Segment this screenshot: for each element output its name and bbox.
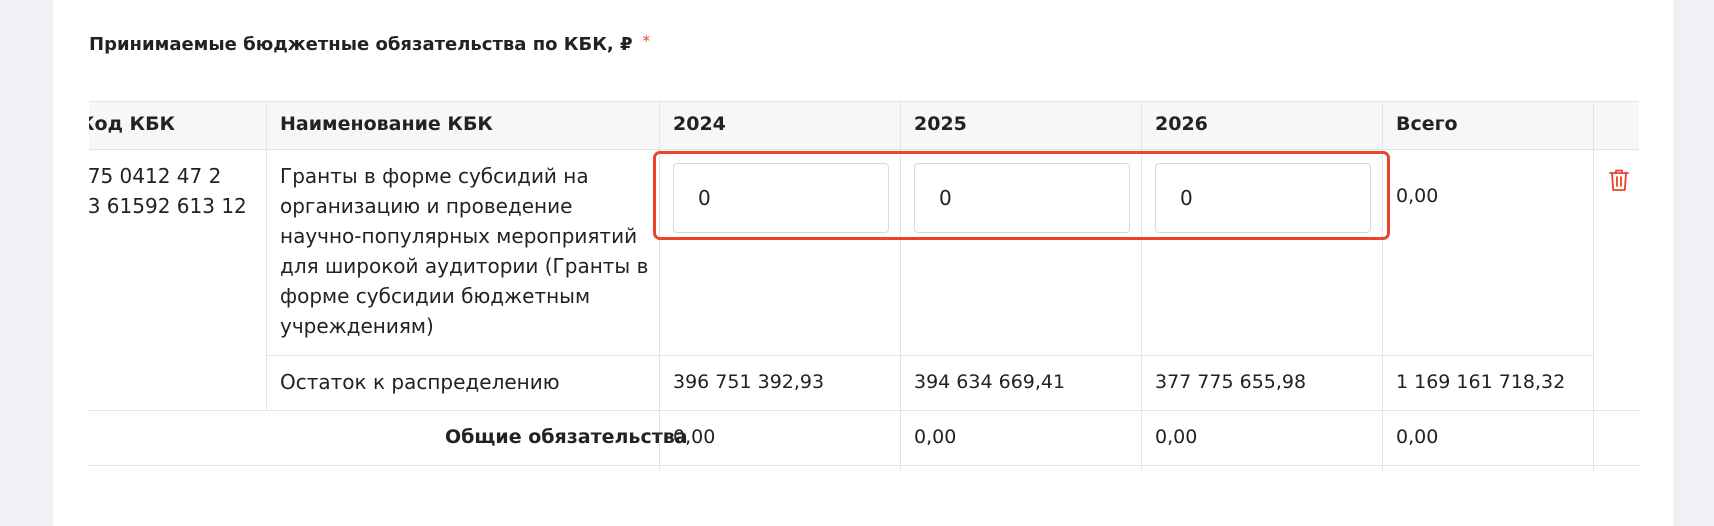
kbk-code-line2: 03 61592 613 12 [89,194,247,218]
amount-2025-input[interactable] [914,163,1130,233]
amount-2026-input[interactable] [1155,163,1371,233]
kbk-code: 075 0412 47 2 03 61592 613 12 [89,161,247,221]
amount-2024-input[interactable] [673,163,889,233]
totals-2026: 0,00 [1155,426,1198,448]
required-mark: * [642,32,651,50]
kbk-code-line1: 075 0412 47 2 [89,164,222,188]
remaining-2024: 396 751 392,93 [673,371,825,393]
header-total: Всего [1396,113,1458,135]
remaining-2025: 394 634 669,41 [914,371,1066,393]
row-total: 0,00 [1396,185,1439,207]
header-kbk-code: Код КБК [89,113,176,135]
remaining-2026: 377 775 655,98 [1155,371,1307,393]
kbk-table: Код КБК Наименование КБК 2024 2025 2026 … [89,101,1639,471]
remaining-label: Остаток к распределению [280,370,560,394]
totals-2025: 0,00 [914,426,957,448]
totals-total: 0,00 [1396,426,1439,448]
trash-icon[interactable] [1608,168,1630,192]
header-kbk-name: Наименование КБК [280,113,493,135]
remaining-total: 1 169 161 718,32 [1396,371,1566,393]
totals-label: Общие обязательства [445,426,688,448]
section-title-text: Принимаемые бюджетные обязательства по К… [89,34,633,55]
header-year-2026: 2026 [1155,113,1208,135]
kbk-name: Гранты в форме субсидий на организацию и… [280,164,649,338]
header-year-2024: 2024 [673,113,726,135]
header-year-2025: 2025 [914,113,967,135]
totals-2024: 0,00 [673,426,716,448]
section-title: Принимаемые бюджетные обязательства по К… [89,32,651,55]
